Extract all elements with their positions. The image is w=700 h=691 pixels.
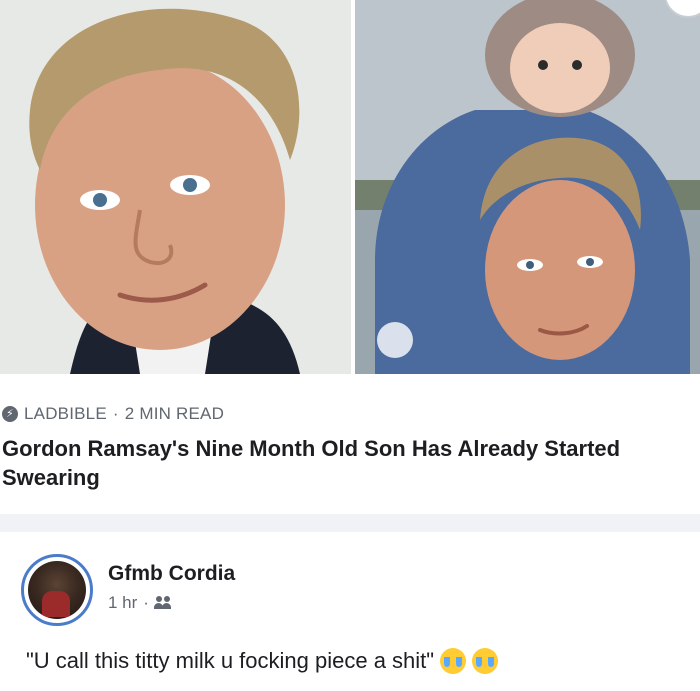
comment-text: "U call this titty milk u focking piece … <box>26 648 435 673</box>
link-source-row: ⚡ LADBIBLE · 2 MIN READ <box>2 404 224 424</box>
avatar-image <box>28 561 86 619</box>
gordon-with-baby-image <box>355 0 700 374</box>
link-source: LADBIBLE <box>24 404 107 423</box>
comment: Gfmb Cordia 1 hr · "U call this titty mi… <box>0 532 700 691</box>
source-separator: · <box>112 404 119 423</box>
avatar[interactable] <box>21 554 93 626</box>
comment-author[interactable]: Gfmb Cordia <box>108 562 235 586</box>
post-photo-right[interactable] <box>355 0 700 374</box>
link-preview-card[interactable]: ⚡ LADBIBLE · 2 MIN READ Gordon Ramsay's … <box>0 374 700 514</box>
lightning-bolt-icon: ⚡ <box>2 406 18 422</box>
comment-meta: 1 hr · <box>108 593 173 613</box>
friends-icon <box>153 596 173 610</box>
link-headline[interactable]: Gordon Ramsay's Nine Month Old Son Has A… <box>2 434 662 492</box>
gordon-portrait-image <box>0 0 351 374</box>
post-photo-left[interactable] <box>0 0 351 374</box>
post-images <box>0 0 700 374</box>
section-divider <box>0 514 700 532</box>
comment-time[interactable]: 1 hr <box>108 593 137 613</box>
comment-body: "U call this titty milk u focking piece … <box>26 648 499 674</box>
loudly-crying-face-icon <box>440 648 467 674</box>
meta-separator: · <box>143 593 149 612</box>
read-time: 2 MIN READ <box>124 404 225 423</box>
loudly-crying-face-icon <box>472 648 499 674</box>
